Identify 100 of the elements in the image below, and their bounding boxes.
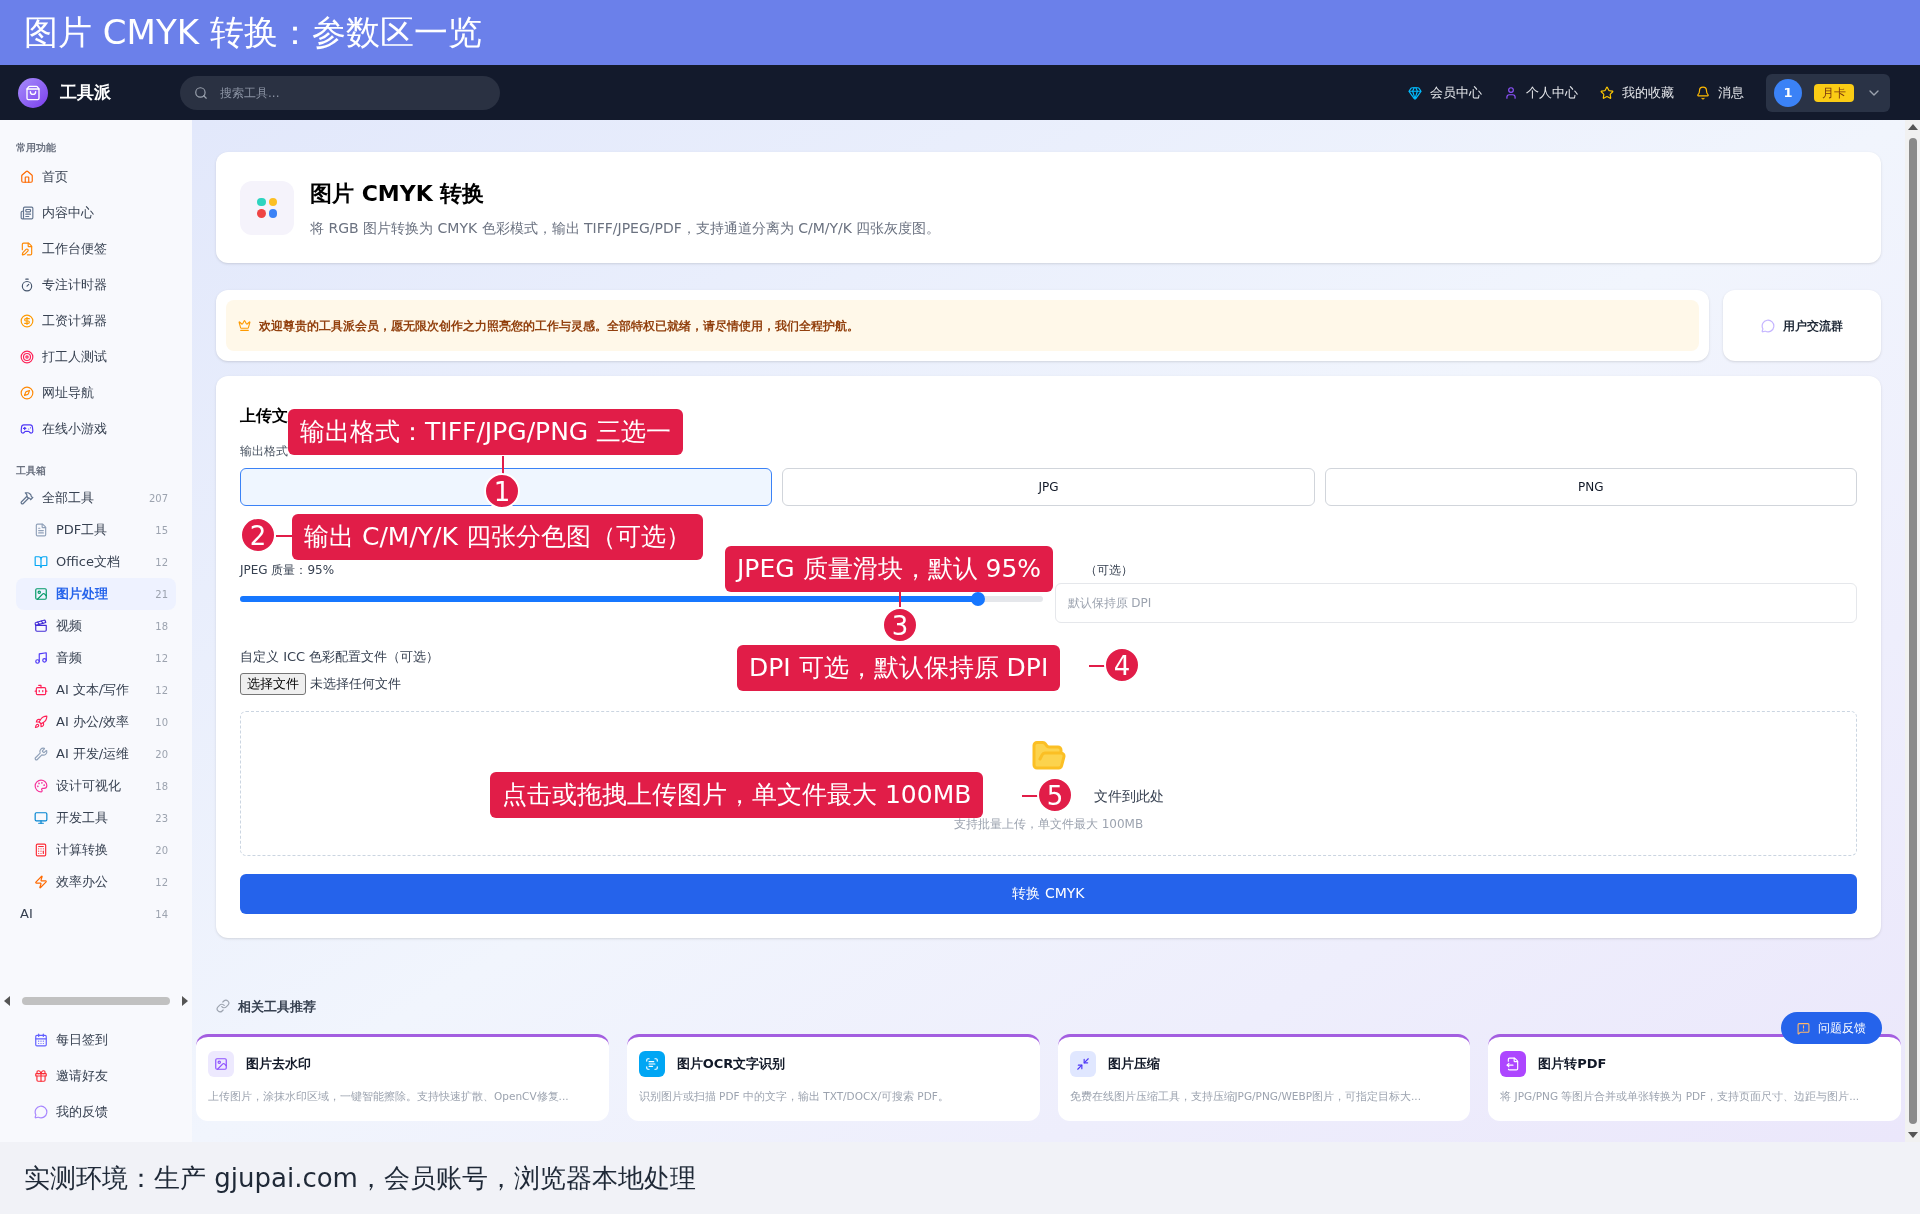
- sidebar-label: 在线小游戏: [42, 420, 107, 439]
- sidebar-label: 专注计时器: [42, 276, 107, 295]
- sidebar-item[interactable]: 计算转换 20: [16, 834, 176, 866]
- logo-icon: [18, 77, 48, 108]
- related-title: 相关工具推荐: [238, 997, 316, 1016]
- sidebar-item[interactable]: 开发工具 23: [16, 802, 176, 834]
- tool-title: 图片 CMYK 转换: [310, 179, 486, 208]
- membership-badge: 月卡: [1814, 83, 1854, 102]
- section-title: 常用功能: [15, 141, 57, 155]
- sidebar-item[interactable]: 专注计时器: [16, 267, 176, 303]
- sidebar-item[interactable]: AI 办公/效率 10: [16, 706, 176, 738]
- star-icon: [1600, 85, 1614, 100]
- sidebar-item[interactable]: 全部工具 207: [16, 482, 176, 514]
- sidebar-label: PDF工具: [56, 521, 108, 540]
- sidebar-item[interactable]: 音频 12: [16, 642, 176, 674]
- item-count: 12: [155, 875, 169, 890]
- sidebar-item[interactable]: 效率办公 12: [16, 866, 176, 898]
- image-icon: [208, 1051, 234, 1077]
- dpi-field[interactable]: 默认保持原 DPI: [1054, 583, 1857, 623]
- feedback-button[interactable]: 问题反馈: [1781, 1012, 1882, 1044]
- sidebar-item[interactable]: 内容中心: [16, 195, 176, 231]
- compass-icon: [20, 386, 34, 400]
- item-count: 14: [155, 907, 169, 922]
- house-icon: [20, 170, 34, 184]
- item-count: 18: [155, 619, 169, 634]
- dropzone-text: 文件到此处: [1093, 786, 1164, 806]
- callout-line: [1089, 665, 1105, 667]
- avatar: 1: [1774, 78, 1802, 107]
- sidebar-label: 全部工具: [42, 489, 94, 508]
- group-chat-button[interactable]: 用户交流群: [1723, 290, 1881, 361]
- user-menu[interactable]: 1 月卡: [1766, 73, 1890, 112]
- convert-button[interactable]: 转换 CMYK: [240, 873, 1857, 914]
- sidebar-item[interactable]: AI 文本/写作 12: [16, 674, 176, 706]
- sidebar-item[interactable]: PDF工具 15: [16, 514, 176, 546]
- format-option[interactable]: PNG: [1324, 468, 1857, 506]
- callout-label: 输出格式：TIFF/JPG/PNG 三选一: [288, 409, 684, 455]
- lightning-icon: [34, 875, 48, 889]
- abacus-icon: [34, 843, 48, 857]
- sidebar-item[interactable]: 工资计算器: [16, 303, 176, 339]
- sidebar-item[interactable]: 每日签到: [16, 1024, 176, 1056]
- sidebar-item[interactable]: 首页: [16, 159, 176, 195]
- sidebar-label: 网址导航: [42, 384, 94, 403]
- field-label: 输出格式: [240, 443, 288, 460]
- sidebar-label: 内容中心: [42, 204, 94, 223]
- quality-slider[interactable]: [240, 591, 1043, 607]
- callout-line: [502, 456, 504, 476]
- section-title: 工具箱: [15, 464, 47, 478]
- user-icon: [1504, 85, 1518, 100]
- dropzone-hint: 支持批量上传，单文件最大 100MB: [953, 815, 1144, 833]
- sidebar-label: 效率办公: [56, 873, 108, 892]
- sidebar-item[interactable]: 邀请好友: [16, 1060, 176, 1092]
- tools-icon: [20, 491, 34, 505]
- robot-icon: [34, 683, 48, 697]
- image-icon: [34, 587, 48, 601]
- book-icon: [34, 555, 48, 569]
- sidebar-item[interactable]: 工作台便签: [16, 231, 176, 267]
- sidebar-label: AI 办公/效率: [56, 713, 130, 732]
- sidebar-item[interactable]: 网址导航: [16, 375, 176, 411]
- nav-link[interactable]: 消息: [1696, 82, 1744, 103]
- notice-text: 欢迎尊贵的工具派会员，愿无限次创作之力照亮您的工作与灵感。全部特权已就绪，请尽情使用，我们全程护航。: [259, 317, 859, 335]
- item-count: 207: [148, 491, 169, 506]
- tool-card[interactable]: 图片OCR文字识别 识别图片或扫描 PDF 中的文字，输出 TXT/DOCX/可搜索 PDF。: [626, 1034, 1040, 1121]
- sidebar-item-selected[interactable]: 图片处理 21: [16, 578, 176, 610]
- item-count: 21: [155, 587, 169, 602]
- format-option[interactable]: [240, 468, 773, 506]
- stopwatch-icon: [20, 278, 34, 292]
- tool-card-description: 将 JPG/PNG 等图片合并或单张转换为 PDF，支持页面尺寸、边距与图片...: [1500, 1089, 1861, 1104]
- brand-name: 工具派: [60, 80, 112, 104]
- tool-card[interactable]: 图片转PDF 将 JPG/PNG 等图片合并或单张转换为 PDF，支持页面尺寸、边距与图片...: [1488, 1034, 1901, 1121]
- nav-link[interactable]: 会员中心: [1408, 82, 1482, 103]
- tool-card-title: 图片转PDF: [1538, 1055, 1607, 1074]
- sidebar-item[interactable]: 我的反馈: [16, 1096, 176, 1128]
- format-option[interactable]: JPG: [782, 468, 1315, 506]
- nav-link[interactable]: 个人中心: [1504, 82, 1578, 103]
- tool-card-title: 图片OCR文字识别: [676, 1055, 786, 1074]
- sidebar-item[interactable]: 设计可视化 18: [16, 770, 176, 802]
- item-count: 20: [155, 843, 169, 858]
- sidebar-item[interactable]: 视频 18: [16, 610, 176, 642]
- sidebar-item[interactable]: Office文档 12: [16, 546, 176, 578]
- sidebar-label: 打工人测试: [42, 348, 107, 367]
- sidebar-item[interactable]: AI 14: [16, 898, 176, 930]
- field-label: 自定义 ICC 色彩配置文件（可选）: [240, 648, 440, 666]
- sidebar-item[interactable]: 在线小游戏: [16, 411, 176, 447]
- nav-link[interactable]: 我的收藏: [1600, 82, 1674, 103]
- scan-icon: [638, 1051, 665, 1077]
- search-field[interactable]: 搜索工具...: [180, 75, 500, 110]
- sidebar-label: AI 文本/写作: [56, 681, 130, 700]
- choose-file-button[interactable]: 选择文件: [240, 672, 306, 695]
- sidebar-label: 工资计算器: [42, 312, 107, 331]
- sidebar-item[interactable]: AI 开发/运维 20: [16, 738, 176, 770]
- sidebar-label: 邀请好友: [56, 1067, 108, 1086]
- tool-card[interactable]: 图片去水印 上传图片，涂抹水印区域，一键智能擦除。支持快速扩散、OpenCV修复...: [196, 1034, 609, 1121]
- item-count: 20: [155, 747, 169, 762]
- sidebar-item[interactable]: 打工人测试: [16, 339, 176, 375]
- item-count: 15: [155, 523, 169, 538]
- newspaper-icon: [20, 206, 34, 220]
- monitor-icon: [34, 811, 48, 825]
- tool-card-description: 上传图片，涂抹水印区域，一键智能擦除。支持快速扩散、OpenCV修复...: [208, 1089, 570, 1104]
- tool-card[interactable]: 图片压缩 免费在线图片压缩工具，支持压缩JPG/PNG/WEBP图片，可指定目标大...: [1057, 1034, 1471, 1121]
- vertical-scrollbar[interactable]: [1905, 120, 1920, 1142]
